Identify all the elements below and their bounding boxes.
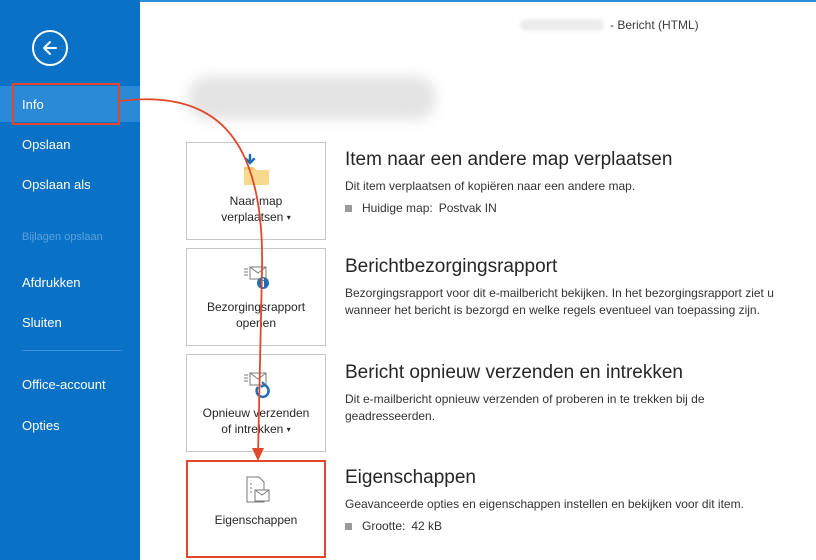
- nav-afdrukken[interactable]: Afdrukken: [0, 264, 140, 300]
- nav-opslaan[interactable]: Opslaan: [0, 126, 140, 162]
- properties-button[interactable]: Eigenschappen: [186, 460, 326, 558]
- redacted-subject: [520, 19, 604, 31]
- move-folder-icon: [238, 153, 274, 189]
- section-desc: Dit e-mailbericht opnieuw verzenden of p…: [345, 392, 705, 423]
- section-title: Berichtbezorgingsrapport: [345, 256, 558, 277]
- section-desc: Dit item verplaatsen of kopiëren naar ee…: [345, 179, 636, 193]
- section-title: Bericht opnieuw verzenden en intrekken: [345, 362, 683, 383]
- section-title: Eigenschappen: [345, 467, 476, 488]
- window-top-border: [140, 0, 816, 2]
- size-info: Grootte: 42 kB: [345, 519, 785, 533]
- nav-opslaan-als[interactable]: Opslaan als: [0, 166, 140, 202]
- nav-sluiten[interactable]: Sluiten: [0, 304, 140, 340]
- section-properties: Eigenschappen Geavanceerde opties en eig…: [345, 466, 785, 533]
- nav-divider: [22, 350, 122, 351]
- nav-office-account[interactable]: Office-account: [0, 366, 140, 402]
- backstage-main: - Bericht (HTML) Naar map verplaatsen ▾: [140, 0, 816, 560]
- delivery-report-button[interactable]: Bezorgingsrapport openen: [186, 248, 326, 346]
- bullet-icon: [345, 522, 352, 530]
- section-desc: Bezorgingsrapport voor dit e-mailbericht…: [345, 286, 774, 317]
- page-title-redacted: [188, 76, 436, 120]
- section-delivery-report: Berichtbezorgingsrapport Bezorgingsrappo…: [345, 255, 785, 319]
- resend-recall-button[interactable]: Opnieuw verzenden of intrekken ▾: [186, 354, 326, 452]
- section-move-item: Item naar een andere map verplaatsen Dit…: [345, 148, 785, 215]
- delivery-report-icon: [238, 259, 274, 295]
- section-desc: Geavanceerde opties en eigenschappen ins…: [345, 497, 744, 511]
- back-arrow-icon: [43, 41, 57, 55]
- properties-label: Eigenschappen: [214, 513, 298, 527]
- move-to-folder-button[interactable]: Naar map verplaatsen ▾: [186, 142, 326, 240]
- dropdown-caret-icon: ▾: [286, 212, 291, 222]
- section-title: Item naar een andere map verplaatsen: [345, 149, 673, 170]
- window-title-suffix: - Bericht (HTML): [610, 18, 699, 32]
- back-button[interactable]: [32, 30, 68, 66]
- current-folder-info: Huidige map: Postvak IN: [345, 201, 785, 215]
- nav-opties[interactable]: Opties: [0, 407, 140, 443]
- section-resend-recall: Bericht opnieuw verzenden en intrekken D…: [345, 361, 785, 425]
- delivery-report-label: Bezorgingsrapport openen: [206, 300, 306, 330]
- properties-icon: [238, 472, 274, 508]
- info-highlight-box: [12, 83, 120, 125]
- window-title: - Bericht (HTML): [520, 18, 810, 32]
- resend-recall-label: Opnieuw verzenden of intrekken ▾: [202, 406, 310, 436]
- backstage-sidebar: Info Opslaan Opslaan als Bijlagen opslaa…: [0, 0, 140, 560]
- resend-recall-icon: [238, 365, 274, 401]
- nav-bijlagen-opslaan: Bijlagen opslaan: [22, 230, 103, 243]
- move-to-folder-label: Naar map verplaatsen ▾: [221, 194, 291, 224]
- bullet-icon: [345, 204, 352, 212]
- dropdown-caret-icon: ▾: [286, 424, 291, 434]
